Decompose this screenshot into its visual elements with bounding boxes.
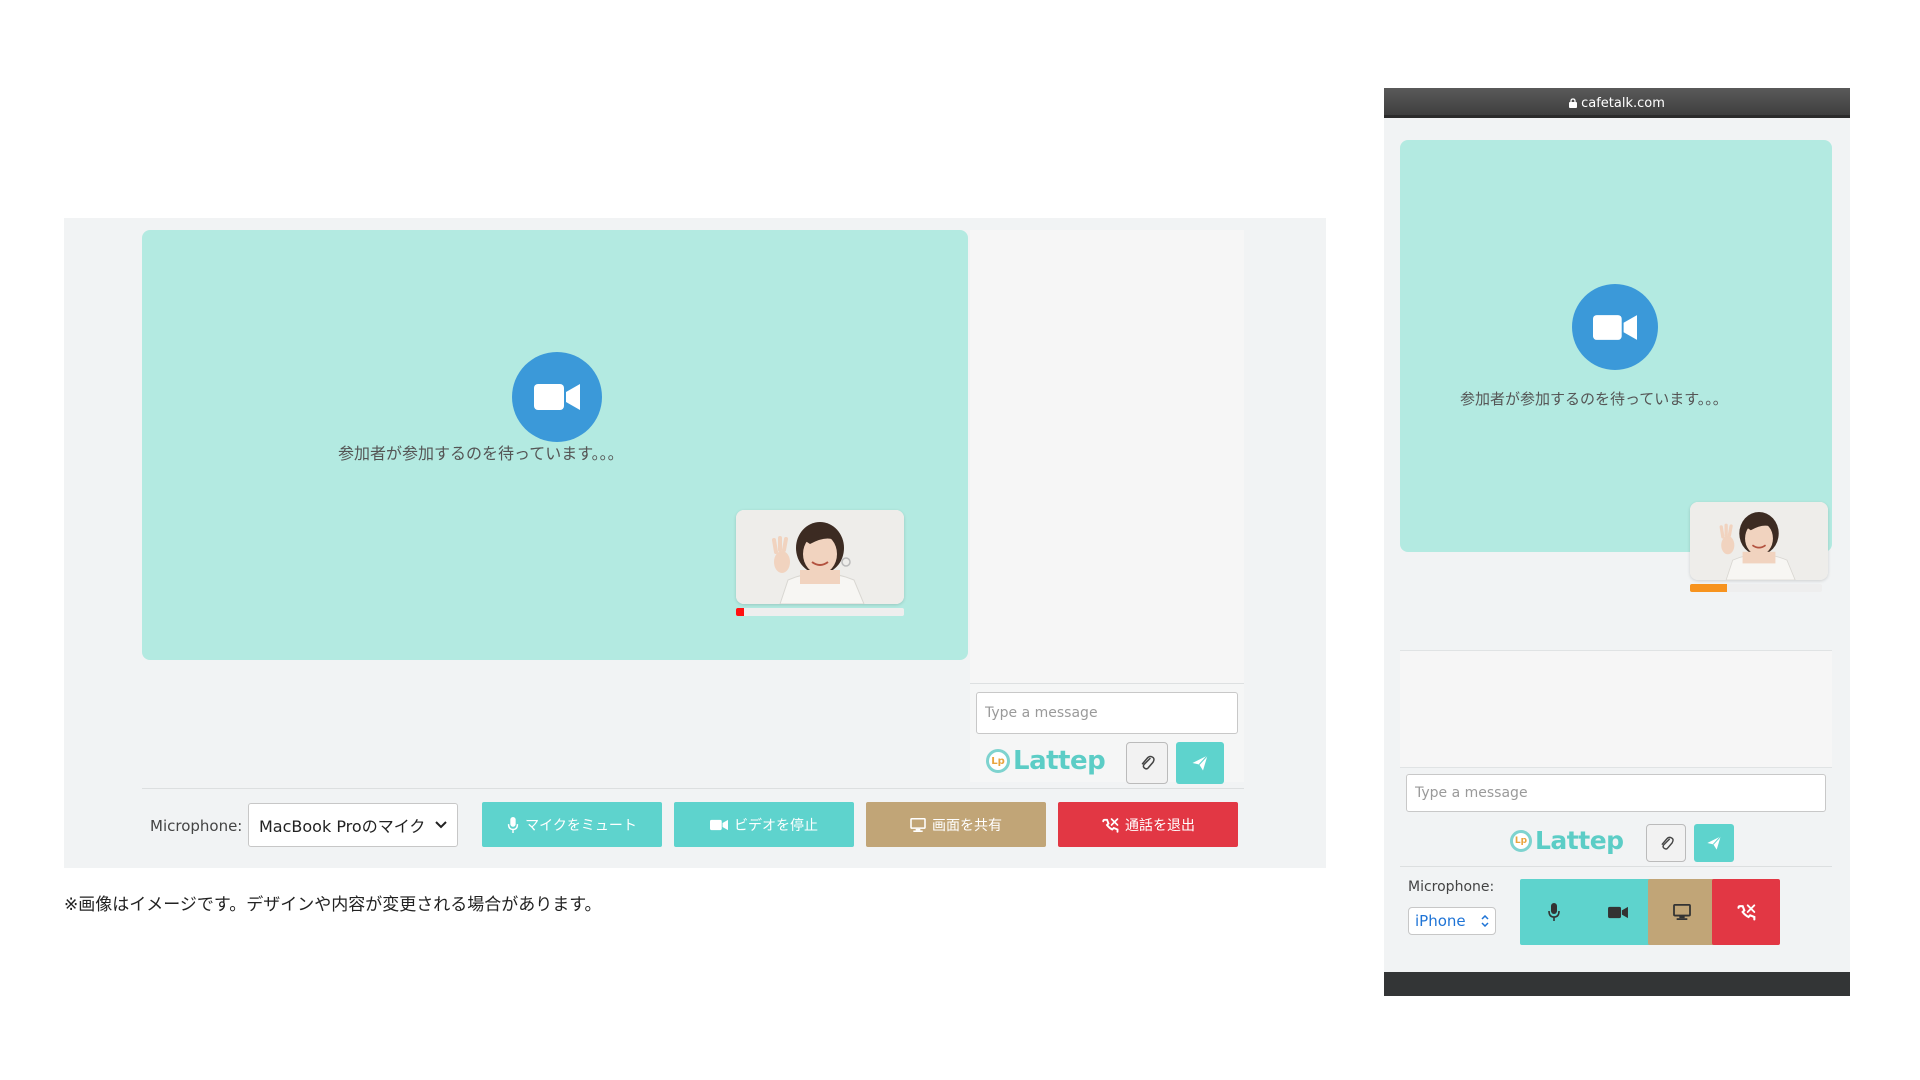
self-audio-level-meter [1690, 584, 1822, 592]
paperclip-icon [1661, 836, 1674, 850]
screen-icon [1673, 904, 1691, 920]
send-message-button[interactable] [1176, 742, 1224, 784]
hangup-icon [1102, 817, 1119, 833]
call-controls-bar: Microphone: iPhone [1400, 866, 1832, 956]
self-video-preview [1690, 502, 1828, 580]
chat-panel: Lp Lattep [970, 230, 1244, 784]
lattep-logo-mark: Lp [1510, 829, 1532, 852]
microphone-label: Microphone: [1408, 879, 1495, 895]
stop-video-button[interactable] [1584, 879, 1652, 945]
disclaimer-caption: ※画像はイメージです。デザインや内容が変更される場合があります。 [64, 895, 602, 915]
lattep-logo-text: Lattep [1013, 746, 1106, 776]
chevron-down-icon [435, 821, 447, 829]
chat-message-input[interactable] [1406, 774, 1826, 812]
self-video-preview [736, 510, 904, 604]
send-icon [1707, 835, 1722, 850]
hangup-icon [1737, 904, 1756, 921]
chevron-up-down-icon [1481, 915, 1489, 927]
stop-video-label: ビデオを停止 [734, 817, 818, 834]
video-camera-icon [512, 352, 602, 442]
chat-messages-area [1400, 650, 1832, 768]
leave-call-button[interactable]: 通話を退出 [1058, 802, 1238, 847]
send-icon [1192, 755, 1208, 771]
mute-microphone-label: マイクをミュート [525, 817, 637, 834]
video-camera-icon [710, 819, 728, 830]
chat-messages-area [970, 230, 1244, 684]
screen-icon [910, 817, 926, 832]
paperclip-icon [1141, 755, 1155, 770]
self-audio-level-meter [736, 608, 904, 616]
video-camera-icon [1572, 284, 1658, 370]
leave-call-label: 通話を退出 [1125, 817, 1195, 834]
attach-file-button[interactable] [1126, 742, 1168, 784]
audio-level-fill [1690, 584, 1727, 592]
stop-video-button[interactable]: ビデオを停止 [674, 802, 854, 847]
lattep-logo: Lp Lattep [986, 746, 1106, 776]
call-controls-bar: Microphone: MacBook Proのマイク マイクをミュート ビデオ… [142, 788, 1244, 860]
share-screen-button[interactable]: 画面を共有 [866, 802, 1046, 847]
microphone-label: Microphone: [150, 817, 243, 835]
browser-url: cafetalk.com [1581, 95, 1665, 111]
lattep-logo: Lp Lattep [1510, 826, 1624, 855]
browser-address-bar: cafetalk.com [1384, 88, 1850, 118]
attach-file-button[interactable] [1646, 824, 1686, 862]
video-camera-icon [1608, 906, 1628, 918]
microphone-select-value: MacBook Proのマイク [259, 817, 426, 836]
microphone-icon [507, 816, 519, 833]
audio-level-fill [736, 608, 745, 616]
remote-video-area: 参加者が参加するのを待っています。。。 [142, 230, 968, 660]
lattep-logo-mark: Lp [986, 749, 1010, 773]
waiting-message: 参加者が参加するのを待っています。。。 [338, 444, 624, 463]
microphone-icon [1548, 903, 1560, 921]
chat-message-input[interactable] [976, 692, 1238, 734]
browser-bottom-bar [1384, 972, 1850, 996]
leave-call-button[interactable] [1712, 879, 1780, 945]
share-screen-button[interactable] [1648, 879, 1716, 945]
waiting-message: 参加者が参加するのを待っています。。。 [1460, 390, 1728, 408]
share-screen-label: 画面を共有 [932, 817, 1002, 834]
mute-microphone-button[interactable]: マイクをミュート [482, 802, 662, 847]
mobile-call-window: cafetalk.com 参加者が参加するのを待っています。。。 Lp Latt… [1384, 88, 1850, 996]
microphone-select[interactable]: iPhone [1408, 907, 1496, 935]
lattep-logo-text: Lattep [1535, 826, 1624, 855]
send-message-button[interactable] [1694, 824, 1734, 862]
mute-microphone-button[interactable] [1520, 879, 1588, 945]
desktop-call-window: 参加者が参加するのを待っています。。。 Lp Lattep [64, 218, 1326, 868]
microphone-select-value: iPhone [1415, 912, 1466, 930]
remote-video-area: 参加者が参加するのを待っています。。。 [1400, 140, 1832, 552]
microphone-select[interactable]: MacBook Proのマイク [248, 803, 458, 847]
lock-icon [1569, 98, 1578, 108]
